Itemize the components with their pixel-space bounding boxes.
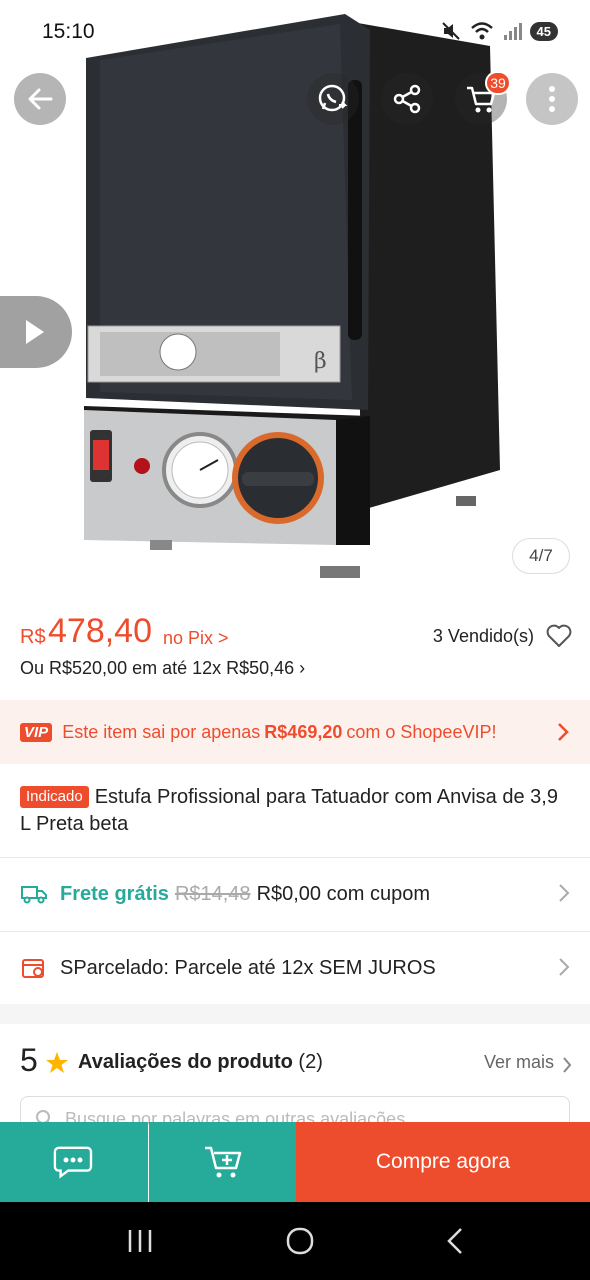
shipping-row[interactable]: Frete grátis R$14,48 R$0,00 com cupom	[0, 858, 590, 930]
shipping-new-price: R$0,00 com cupom	[256, 882, 430, 905]
pix-link[interactable]: no Pix >	[163, 628, 229, 649]
play-icon	[26, 320, 44, 344]
installment-offer-row[interactable]: SParcelado: Parcele até 12x SEM JUROS	[0, 932, 590, 1004]
chat-icon	[53, 1146, 93, 1179]
cart-count-badge: 39	[485, 71, 511, 95]
sold-count: 3 Vendido(s)	[432, 626, 534, 646]
installments-link[interactable]: Ou R$520,00 em até 12x R$50,46 ›	[20, 658, 305, 679]
free-shipping-label: Frete grátis	[60, 882, 169, 905]
product-title: Indicado Estufa Profissional para Tatuado…	[20, 784, 572, 838]
image-counter: 4/7	[512, 538, 570, 574]
calendar-card-icon	[20, 954, 48, 982]
star-icon	[46, 1052, 68, 1073]
recommended-tag: Indicado	[20, 786, 89, 808]
home-icon[interactable]	[285, 1226, 315, 1256]
vip-logo: VIP	[20, 722, 53, 742]
recent-apps-icon[interactable]	[125, 1228, 155, 1254]
status-time: 15:10	[42, 20, 95, 43]
chevron-right-icon	[563, 1057, 572, 1073]
back-nav-icon[interactable]	[445, 1226, 465, 1256]
reviews-title-text: Avaliações do produto	[78, 1051, 293, 1073]
heart-icon[interactable]	[546, 624, 572, 648]
vip-text-before: Este item sai por apenas	[62, 721, 261, 742]
see-more-link[interactable]: Ver mais	[484, 1052, 554, 1073]
mute-icon	[441, 22, 460, 40]
more-options-button[interactable]	[526, 73, 578, 125]
chevron-right-icon	[559, 958, 570, 976]
reviews-header: 5 Avaliações do produto (2) Ver mais	[20, 1042, 572, 1086]
chevron-right-icon	[558, 723, 569, 741]
share-icon	[393, 84, 421, 114]
product-title-text: Estufa Profissional para Tatuador com An…	[20, 786, 558, 835]
chevron-right-icon	[559, 884, 570, 902]
add-to-cart-button[interactable]	[149, 1122, 296, 1202]
share-button[interactable]	[381, 73, 433, 125]
rating-value: 5	[20, 1042, 38, 1078]
cart-button[interactable]: 39	[455, 71, 511, 125]
section-gap	[0, 1004, 590, 1024]
status-bar: 15:10 45	[0, 0, 590, 64]
vip-offer-bar[interactable]: VIP Este item sai por apenas R$469,20 co…	[0, 700, 590, 764]
shipping-old-price: R$14,48	[174, 882, 251, 905]
add-to-cart-icon	[204, 1146, 241, 1178]
bottom-action-bar: Compre agora	[0, 1122, 590, 1202]
product-label-glyph: β	[314, 349, 327, 374]
price-currency: R$	[20, 626, 46, 648]
truck-icon	[20, 880, 48, 908]
product-screen: β 15:10 45 39 4/7 R$ 478,40 no Pix > 3 V…	[0, 0, 590, 1280]
status-icons: 45	[440, 20, 558, 42]
reviews-count: (2)	[298, 1051, 323, 1073]
price-row: R$ 478,40 no Pix > 3 Vendido(s)	[20, 612, 572, 656]
vip-text-after: com o ShopeeVIP!	[346, 721, 497, 742]
signal-icon	[503, 23, 522, 40]
chat-button[interactable]	[0, 1122, 148, 1202]
system-nav-bar	[0, 1202, 590, 1280]
back-button[interactable]	[14, 73, 66, 125]
price-value: 478,40	[48, 612, 152, 650]
wifi-icon	[470, 22, 493, 40]
reviews-title: Avaliações do produto (2)	[78, 1051, 323, 1074]
whatsapp-share-button[interactable]	[307, 73, 359, 125]
buy-now-button[interactable]: Compre agora	[296, 1122, 590, 1202]
installment-offer-text: SParcelado: Parcele até 12x SEM JUROS	[60, 956, 436, 979]
vip-amount: R$469,20	[264, 721, 343, 742]
more-vertical-icon	[549, 86, 555, 112]
play-video-button[interactable]	[0, 296, 72, 368]
product-image-gallery[interactable]: β 15:10 45 39 4/7	[0, 0, 590, 598]
battery-indicator: 45	[529, 21, 558, 41]
whatsapp-icon	[318, 84, 348, 112]
arrow-left-icon	[28, 88, 53, 110]
